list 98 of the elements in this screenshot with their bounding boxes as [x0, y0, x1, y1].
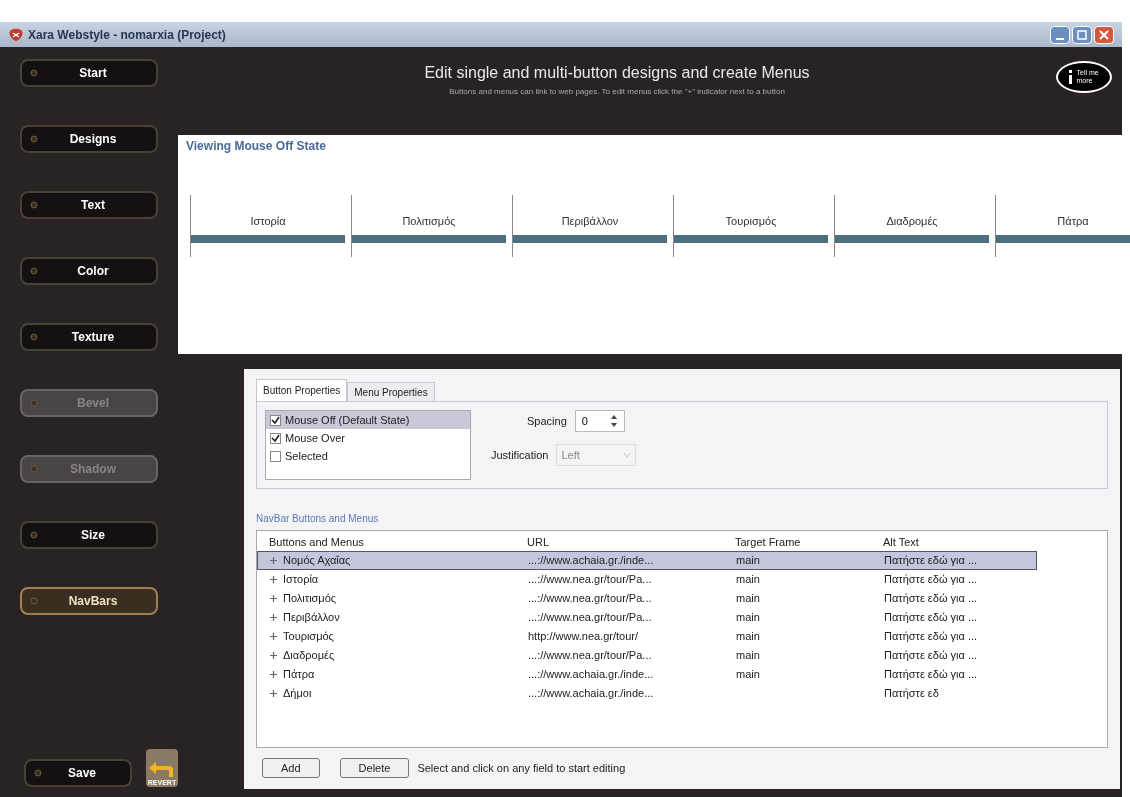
maximize-icon — [1077, 29, 1087, 40]
sidebar-button[interactable]: Texture — [20, 323, 158, 351]
save-button[interactable]: Save — [24, 759, 132, 787]
caret-icon — [623, 452, 632, 458]
expand-icon[interactable] — [270, 690, 277, 697]
table-cell-text: Πατήστε εδώ για ... — [883, 610, 979, 626]
table-cell-text: Πατήστε εδώ για ... — [883, 553, 979, 569]
close-icon — [1099, 29, 1109, 40]
table-cell-text: Πατήστε εδώ για ... — [883, 591, 979, 607]
table-cell-text: Πολιτισμός — [283, 591, 337, 607]
table-row[interactable]: Δήμοι ...://www.achaia.gr./inde... Πατήστε εδ — [257, 684, 1037, 703]
table-cell-text: ...://www.nea.gr/tour/Pa... — [527, 648, 653, 664]
spacing-label: Spacing — [527, 413, 567, 429]
table-cell-text: main — [735, 591, 761, 607]
expand-icon[interactable] — [270, 557, 277, 564]
bullet-icon — [30, 531, 38, 539]
table-cell-text: Πατήστε εδώ για ... — [883, 572, 979, 588]
bullet-icon — [30, 135, 38, 143]
checkbox[interactable] — [270, 414, 281, 426]
table-row[interactable]: Πάτρα ...://www.achaia.gr./inde... main Πατήστε εδώ για ... — [257, 665, 1037, 684]
minimize-icon — [1056, 37, 1064, 40]
table-cell-text: Πάτρα — [283, 667, 315, 683]
expand-icon[interactable] — [270, 614, 277, 621]
dialog-button[interactable]: Add — [262, 758, 320, 778]
table-cell-text: Πατήστε εδώ για ... — [883, 648, 979, 664]
expand-icon[interactable] — [270, 576, 277, 583]
sidebar-button[interactable]: Designs — [20, 125, 158, 153]
minimize-button[interactable] — [1050, 25, 1070, 44]
sidebar-button[interactable]: Start — [20, 59, 158, 87]
table-row[interactable]: Διαδρομές ...://www.nea.gr/tour/Pa... main Πατήστε εδώ για ... — [257, 646, 1037, 665]
maximize-button[interactable] — [1072, 25, 1092, 44]
table-cell-text: Πατήστε εδώ για ... — [883, 629, 979, 645]
tab[interactable]: Button Properties — [256, 379, 348, 401]
table-cell-text: main — [735, 629, 761, 645]
column-header[interactable]: Alt Text — [875, 533, 1025, 551]
table-row[interactable]: Ιστορία ...://www.nea.gr/tour/Pa... main Πατήστε εδώ για ... — [257, 570, 1037, 589]
table-row[interactable]: Τουρισμός http://www.nea.gr/tour/ main Πατήστε εδώ για ... — [257, 627, 1037, 646]
state-label[interactable]: Selected — [285, 447, 328, 465]
state-label[interactable]: Mouse Over — [285, 429, 345, 447]
table-cell-text: ...://www.achaia.gr./inde... — [527, 667, 655, 683]
sidebar-button[interactable]: Size — [20, 521, 158, 549]
preview-caption: Viewing Mouse Off State — [185, 138, 327, 155]
table-row[interactable]: Περιβάλλον ...://www.nea.gr/tour/Pa... main Πατήστε εδώ για ... — [257, 608, 1037, 627]
table-cell-text: Τουρισμός — [283, 629, 334, 645]
spacing-spinner[interactable]: 0 — [574, 410, 625, 432]
bullet-icon — [30, 333, 38, 341]
column-header[interactable]: Target Frame — [727, 533, 875, 551]
sidebar-button[interactable]: NavBars — [20, 587, 158, 615]
sidebar-button[interactable]: Text — [20, 191, 158, 219]
table-cell-text: main — [735, 610, 761, 626]
table-cell-text: main — [735, 553, 761, 569]
table-cell-text: ...://www.achaia.gr./inde... — [527, 553, 655, 569]
table-cell-text: Ιστορία — [283, 572, 319, 588]
expand-icon[interactable] — [270, 652, 277, 659]
table-cell-text: Δήμοι — [283, 686, 312, 702]
app-logo-icon — [8, 27, 24, 42]
window-title: Xara Webstyle - nomarxia (Project) — [28, 26, 226, 44]
checkbox[interactable] — [270, 450, 281, 462]
info-icon — [1067, 70, 1073, 84]
expand-icon[interactable] — [270, 595, 277, 602]
column-header[interactable]: Buttons and Menus — [257, 533, 519, 551]
bullet-icon — [30, 267, 38, 275]
state-list[interactable]: Mouse Off (Default State) Mouse Over Selected — [265, 410, 471, 480]
sidebar-button[interactable]: Color — [20, 257, 158, 285]
group-title: NavBar Buttons and Menus — [256, 512, 380, 526]
table-cell-text: Διαδρομές — [283, 648, 335, 664]
column-header[interactable]: URL — [519, 533, 727, 551]
table-cell-text: main — [735, 648, 761, 664]
table-cell-text: main — [735, 572, 761, 588]
bullet-icon — [30, 465, 38, 473]
table-cell-text: ...://www.nea.gr/tour/Pa... — [527, 591, 653, 607]
bullet-icon — [34, 769, 42, 777]
bullet-icon — [30, 597, 38, 605]
table-cell-text: ...://www.achaia.gr./inde... — [527, 686, 655, 702]
expand-icon[interactable] — [270, 633, 277, 640]
header-subtitle: Buttons and menus can link to web pages. To edit menus click the "+" indicator next to a button — [449, 86, 785, 98]
checkbox[interactable] — [270, 432, 281, 444]
close-button[interactable] — [1094, 25, 1114, 44]
table-cell-text: main — [735, 667, 761, 683]
table-cell-text: ...://www.nea.gr/tour/Pa... — [527, 610, 653, 626]
bullet-icon — [30, 201, 38, 209]
table-cell-text: http://www.nea.gr/tour/ — [527, 629, 640, 645]
table-row[interactable]: Νομός Αχαΐας ...://www.achaia.gr./inde... main Πατήστε εδώ για ... — [257, 551, 1037, 570]
bullet-icon — [30, 399, 38, 407]
table-cell-text: Νομός Αχαΐας — [283, 553, 351, 569]
header-title: Edit single and multi-button designs and create Menus — [424, 63, 810, 83]
table-cell-text: ...://www.nea.gr/tour/Pa... — [527, 572, 653, 588]
justification-label: Justification — [491, 447, 549, 463]
table-cell-text: Πατήστε εδώ για ... — [883, 667, 979, 683]
table-cell-text: Περιβάλλον — [283, 610, 340, 626]
tab[interactable]: Menu Properties — [347, 382, 435, 401]
hint-text: Select and click on any field to start editing — [417, 760, 626, 776]
table-row[interactable]: Πολιτισμός ...://www.nea.gr/tour/Pa... main Πατήστε εδώ για ... — [257, 589, 1037, 608]
bullet-icon — [30, 69, 38, 77]
dialog-button[interactable]: Delete — [339, 758, 410, 778]
expand-icon[interactable] — [270, 671, 277, 678]
table-cell-text: Πατήστε εδ — [883, 686, 940, 702]
spinner-arrows-icon — [609, 414, 618, 428]
